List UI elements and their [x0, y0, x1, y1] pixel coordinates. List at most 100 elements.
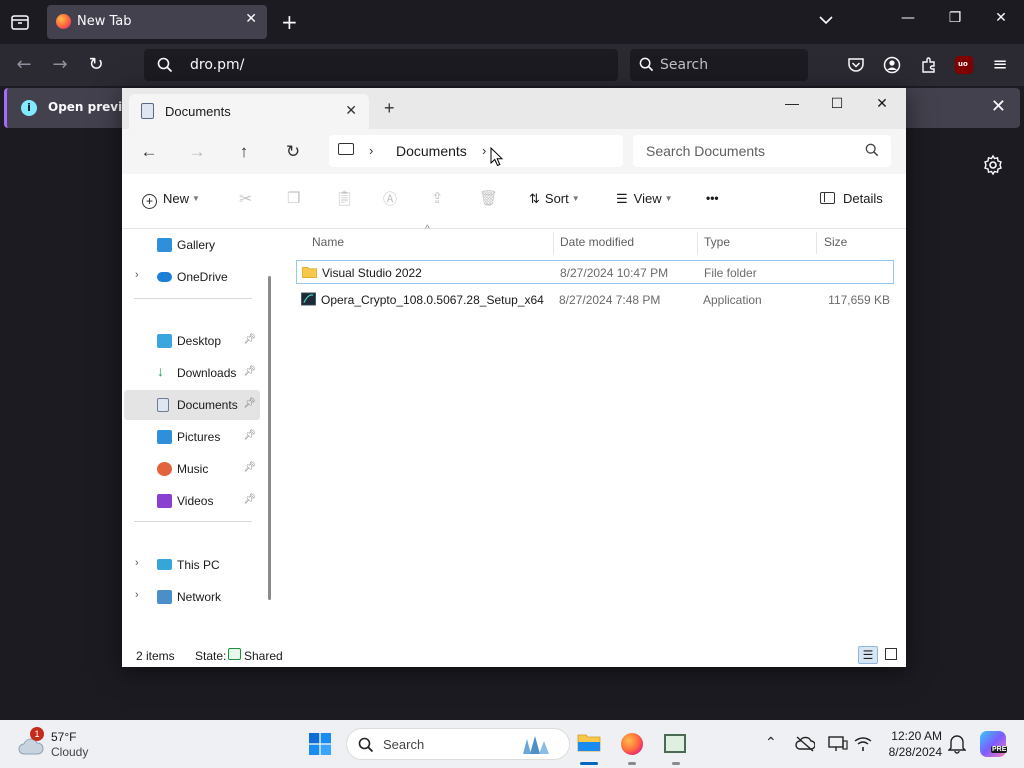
explorer-up-button[interactable]: ↑ — [232, 140, 256, 164]
chevron-up-icon[interactable]: ⌃ — [765, 734, 777, 751]
cut-icon[interactable]: ✂ — [239, 189, 252, 209]
explorer-back-button[interactable]: ← — [137, 140, 161, 164]
chevron-down-icon[interactable] — [818, 12, 834, 28]
sidebar-item-this-pc[interactable]: › This PC — [124, 550, 260, 580]
column-header-name[interactable]: Name — [312, 235, 344, 249]
back-button[interactable]: ← — [12, 53, 36, 77]
column-divider[interactable] — [697, 232, 698, 254]
pin-icon[interactable]: 📌︎ — [243, 494, 256, 505]
sidebar-item-desktop[interactable]: Desktop 📌︎ — [124, 326, 260, 356]
share-icon[interactable]: ⇪ — [431, 189, 444, 207]
column-divider[interactable] — [816, 232, 817, 254]
menu-icon[interactable]: ≡ — [988, 53, 1012, 77]
taskbar-search-box[interactable]: Search — [346, 728, 570, 760]
search-icon — [358, 737, 374, 753]
explorer-minimize-button[interactable]: — — [772, 92, 812, 122]
chevron-right-icon[interactable]: › — [135, 589, 139, 601]
explorer-refresh-button[interactable]: ↻ — [281, 140, 305, 164]
display-icon[interactable] — [828, 735, 848, 753]
sidebar-divider — [134, 521, 252, 522]
pin-icon[interactable]: 📌︎ — [243, 430, 256, 441]
file-list: ^ Name Date modified Type Size Visual St… — [278, 147, 906, 725]
chevron-right-icon[interactable]: › — [369, 143, 373, 158]
column-divider[interactable] — [553, 232, 554, 254]
chevron-right-icon[interactable]: › — [482, 143, 486, 158]
sidebar-item-gallery[interactable]: Gallery — [124, 230, 260, 260]
pin-icon[interactable]: 📌︎ — [243, 462, 256, 473]
account-icon[interactable] — [883, 56, 901, 74]
sidebar-item-onedrive[interactable]: › OneDrive — [124, 262, 260, 292]
close-tab-button[interactable]: ✕ — [345, 102, 357, 119]
browser-tab-new-tab[interactable]: New Tab ✕ — [47, 5, 267, 39]
details-button[interactable]: Details — [820, 191, 883, 206]
paste-icon[interactable]: 📋︎ — [335, 189, 354, 207]
explorer-maximize-button[interactable]: ☐ — [817, 92, 857, 122]
onedrive-offline-icon[interactable] — [795, 736, 815, 752]
sidebar-item-music[interactable]: Music 📌︎ — [124, 454, 260, 484]
taskbar-app[interactable] — [660, 726, 690, 762]
explorer-search-input[interactable]: Search Documents — [633, 135, 891, 167]
delete-icon[interactable]: 🗑︎ — [479, 189, 498, 207]
extensions-icon[interactable] — [920, 56, 938, 74]
sort-label: Sort — [544, 191, 569, 206]
explorer-forward-button[interactable]: → — [185, 140, 209, 164]
tiles-view-icon[interactable] — [885, 648, 897, 660]
mouse-cursor-icon — [490, 147, 504, 167]
breadcrumb-documents[interactable]: Documents — [396, 143, 467, 159]
minimize-button[interactable]: — — [893, 10, 923, 26]
column-header-size[interactable]: Size — [824, 235, 847, 249]
list-all-tabs-icon[interactable] — [10, 12, 30, 32]
explorer-tab-documents[interactable]: Documents ✕ — [129, 94, 369, 129]
details-view-icon[interactable]: ☰ — [858, 646, 878, 664]
new-button[interactable]: + New ▼ — [142, 191, 200, 209]
explorer-close-button[interactable]: ✕ — [862, 92, 902, 122]
system-clock[interactable]: 12:20 AM 8/28/2024 — [882, 728, 942, 760]
forward-button[interactable]: → — [48, 53, 72, 77]
rename-icon[interactable]: Ⓐ — [383, 189, 397, 209]
copilot-icon[interactable]: PRE — [980, 731, 1008, 757]
sort-button[interactable]: ⇅ Sort ▼ — [529, 191, 580, 207]
sidebar-item-videos[interactable]: Videos 📌︎ — [124, 486, 260, 516]
sidebar-item-pictures[interactable]: Pictures 📌︎ — [124, 422, 260, 452]
reload-button[interactable]: ↻ — [84, 53, 108, 77]
close-tab-button[interactable]: ✕ — [245, 11, 257, 27]
browser-search-box[interactable]: Search — [630, 49, 808, 81]
sidebar-item-downloads[interactable]: ↓ Downloads 📌︎ — [124, 358, 260, 388]
column-header-type[interactable]: Type — [704, 235, 730, 249]
pin-icon[interactable]: 📌︎ — [243, 398, 256, 409]
bell-icon[interactable] — [948, 734, 966, 754]
chevron-right-icon[interactable]: › — [135, 269, 139, 281]
sidebar-item-documents[interactable]: Documents 📌︎ — [124, 390, 260, 420]
view-button[interactable]: ☰ View ▼ — [616, 191, 673, 207]
column-header-date[interactable]: Date modified — [560, 235, 634, 249]
table-row[interactable]: Opera_Crypto_108.0.5067.28_Setup_x64 8/2… — [296, 288, 894, 312]
chevron-right-icon[interactable]: › — [135, 557, 139, 569]
network-status-icon[interactable] — [853, 735, 873, 753]
ublock-icon[interactable]: uo — [955, 56, 973, 74]
close-window-button[interactable]: ✕ — [986, 10, 1016, 26]
pin-icon[interactable]: 📌︎ — [243, 366, 256, 377]
explorer-new-tab-button[interactable]: + — [384, 98, 395, 119]
pocket-icon[interactable] — [847, 56, 865, 74]
windows-start-icon[interactable] — [309, 733, 331, 755]
sidebar-scrollbar[interactable] — [268, 276, 271, 600]
sidebar-item-network[interactable]: › Network — [124, 582, 260, 612]
taskbar-file-explorer[interactable] — [574, 726, 604, 762]
address-box[interactable]: › Documents › — [329, 135, 623, 167]
new-tab-button[interactable]: + — [281, 10, 298, 34]
restore-button[interactable]: ❐ — [940, 10, 970, 26]
url-bar[interactable]: dro.pm/ — [144, 49, 618, 81]
weather-widget[interactable]: 1 57°F Cloudy — [18, 727, 138, 762]
file-date: 8/27/2024 10:47 PM — [560, 266, 669, 280]
table-row[interactable]: Visual Studio 2022 8/27/2024 10:47 PM Fi… — [296, 260, 894, 284]
taskbar-firefox[interactable] — [617, 726, 647, 762]
copy-icon[interactable]: ❐ — [287, 189, 300, 207]
clock-date: 8/28/2024 — [888, 745, 942, 759]
gear-icon[interactable] — [982, 154, 1004, 176]
pin-icon[interactable]: 📌︎ — [243, 334, 256, 345]
browser-toolbar: ← → ↻ dro.pm/ Search uo ≡ — [0, 44, 1024, 86]
search-icon — [639, 57, 654, 72]
search-icon — [157, 57, 173, 73]
close-notification-button[interactable]: ✕ — [991, 96, 1006, 117]
more-options-button[interactable]: ••• — [706, 191, 719, 205]
